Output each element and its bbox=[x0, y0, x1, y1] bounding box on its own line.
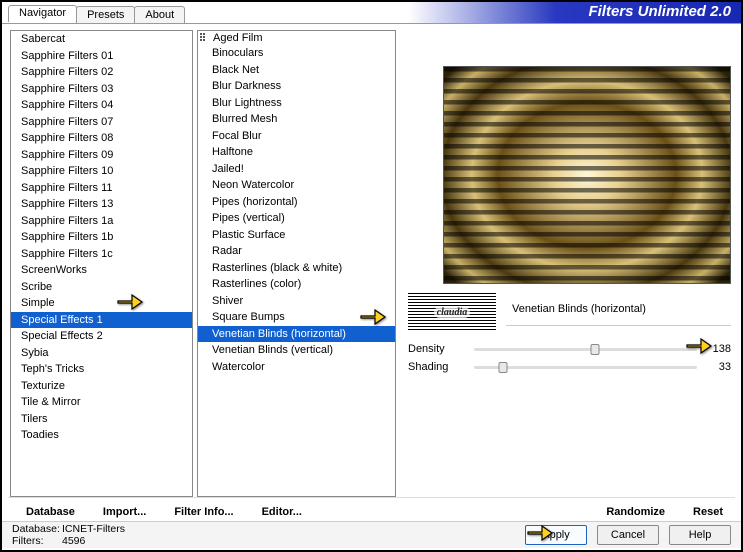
category-item[interactable]: Simple bbox=[11, 295, 192, 312]
param-slider[interactable] bbox=[474, 366, 697, 369]
param-label: Density bbox=[408, 343, 468, 355]
status-info: Database:ICNET-Filters Filters:4596 bbox=[12, 523, 125, 547]
category-item[interactable]: Toadies bbox=[11, 427, 192, 444]
editor-button[interactable]: Editor... bbox=[262, 506, 302, 518]
database-button[interactable]: Database bbox=[26, 506, 75, 518]
filter-item[interactable]: Blurred Mesh bbox=[198, 111, 395, 128]
filter-item[interactable]: Rasterlines (color) bbox=[198, 276, 395, 293]
param-label: Shading bbox=[408, 361, 468, 373]
filter-item[interactable]: Rasterlines (black & white) bbox=[198, 260, 395, 277]
tab-strip: Navigator Presets About bbox=[8, 6, 184, 23]
author-stamp: claudia bbox=[408, 293, 496, 331]
import-button[interactable]: Import... bbox=[103, 506, 146, 518]
filter-item[interactable]: Neon Watercolor bbox=[198, 177, 395, 194]
category-item[interactable]: Special Effects 2 bbox=[11, 328, 192, 345]
filter-item[interactable]: Square Bumps bbox=[198, 309, 395, 326]
filter-item[interactable]: Venetian Blinds (horizontal) bbox=[198, 326, 395, 343]
tab-navigator[interactable]: Navigator bbox=[8, 5, 77, 22]
apply-button[interactable]: Apply bbox=[525, 525, 587, 545]
category-item[interactable]: Sapphire Filters 08 bbox=[11, 130, 192, 147]
filter-item[interactable]: Radar bbox=[198, 243, 395, 260]
title-bar: Navigator Presets About Filters Unlimite… bbox=[2, 2, 741, 24]
filter-list[interactable]: Aged Film BinocularsBlack NetBlur Darkne… bbox=[197, 30, 396, 497]
category-item[interactable]: Sapphire Filters 02 bbox=[11, 64, 192, 81]
filter-item[interactable]: Pipes (horizontal) bbox=[198, 194, 395, 211]
category-item[interactable]: Sapphire Filters 13 bbox=[11, 196, 192, 213]
category-item[interactable]: Teph's Tricks bbox=[11, 361, 192, 378]
filter-item[interactable]: Blur Darkness bbox=[198, 78, 395, 95]
category-item[interactable]: Sapphire Filters 03 bbox=[11, 81, 192, 98]
randomize-button[interactable]: Randomize bbox=[606, 506, 665, 518]
category-item[interactable]: Tilers bbox=[11, 411, 192, 428]
category-item[interactable]: Sapphire Filters 04 bbox=[11, 97, 192, 114]
reset-button[interactable]: Reset bbox=[693, 506, 723, 518]
toolbar: Database Import... Filter Info... Editor… bbox=[8, 497, 735, 521]
category-item[interactable]: Sapphire Filters 11 bbox=[11, 180, 192, 197]
category-item[interactable]: Scribe bbox=[11, 279, 192, 296]
filter-item[interactable]: Focal Blur bbox=[198, 128, 395, 145]
parameter-panel: Density 138 Shading 33 bbox=[408, 340, 731, 376]
category-item[interactable]: ScreenWorks bbox=[11, 262, 192, 279]
filter-item[interactable]: Binoculars bbox=[198, 45, 395, 62]
filter-item[interactable]: Blur Lightness bbox=[198, 95, 395, 112]
category-item[interactable]: Sapphire Filters 1c bbox=[11, 246, 192, 263]
main-area: SabercatSapphire Filters 01Sapphire Filt… bbox=[2, 24, 741, 497]
help-button[interactable]: Help bbox=[669, 525, 731, 545]
effect-preview bbox=[443, 66, 731, 284]
status-bar: Database:ICNET-Filters Filters:4596 Appl… bbox=[2, 521, 741, 548]
filter-item[interactable]: Halftone bbox=[198, 144, 395, 161]
preview-panel: claudia Venetian Blinds (horizontal) Den… bbox=[400, 30, 733, 497]
category-item[interactable]: Sapphire Filters 1a bbox=[11, 213, 192, 230]
category-item[interactable]: Sapphire Filters 10 bbox=[11, 163, 192, 180]
filter-item[interactable]: Venetian Blinds (vertical) bbox=[198, 342, 395, 359]
filter-item[interactable]: Plastic Surface bbox=[198, 227, 395, 244]
category-item[interactable]: Sapphire Filters 07 bbox=[11, 114, 192, 131]
filter-item[interactable]: Pipes (vertical) bbox=[198, 210, 395, 227]
filter-info-button[interactable]: Filter Info... bbox=[174, 506, 233, 518]
category-item[interactable]: Sabercat bbox=[11, 31, 192, 48]
filter-item[interactable]: Watercolor bbox=[198, 359, 395, 376]
tab-about[interactable]: About bbox=[134, 6, 185, 23]
cancel-button[interactable]: Cancel bbox=[597, 525, 659, 545]
filter-item[interactable]: Shiver bbox=[198, 293, 395, 310]
tab-presets[interactable]: Presets bbox=[76, 6, 135, 23]
category-item[interactable]: Sapphire Filters 1b bbox=[11, 229, 192, 246]
param-value: 33 bbox=[703, 361, 731, 373]
list-grip-icon bbox=[200, 33, 210, 43]
category-item[interactable]: Sapphire Filters 01 bbox=[11, 48, 192, 65]
category-list[interactable]: SabercatSapphire Filters 01Sapphire Filt… bbox=[10, 30, 193, 497]
filter-list-header-label: Aged Film bbox=[213, 32, 263, 44]
filter-item[interactable]: Jailed! bbox=[198, 161, 395, 178]
filter-item[interactable]: Black Net bbox=[198, 62, 395, 79]
app-title: Filters Unlimited 2.0 bbox=[588, 3, 731, 20]
category-item[interactable]: Sybia bbox=[11, 345, 192, 362]
selected-filter-name: Venetian Blinds (horizontal) bbox=[506, 299, 731, 326]
param-row: Shading 33 bbox=[408, 358, 731, 376]
category-item[interactable]: Sapphire Filters 09 bbox=[11, 147, 192, 164]
param-value: 138 bbox=[703, 343, 731, 355]
param-row: Density 138 bbox=[408, 340, 731, 358]
category-item[interactable]: Tile & Mirror bbox=[11, 394, 192, 411]
param-slider[interactable] bbox=[474, 348, 697, 351]
filter-list-header-item[interactable]: Aged Film bbox=[198, 31, 395, 45]
category-item[interactable]: Texturize bbox=[11, 378, 192, 395]
category-item[interactable]: Special Effects 1 bbox=[11, 312, 192, 329]
